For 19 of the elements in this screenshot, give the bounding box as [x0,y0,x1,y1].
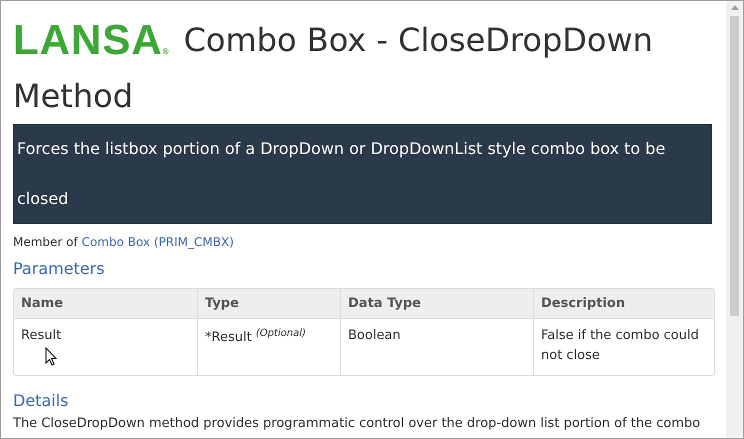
table-cell: Boolean [340,318,533,375]
parameters-heading: Parameters [13,258,106,280]
column-header: Type [197,289,340,318]
summary-banner: Forces the listbox portion of a DropDown or DropDownList style combo box to be closed [13,124,712,224]
table-cell: *Result $^{(Optional)}$ [197,318,340,375]
scrollbar[interactable] [726,1,743,438]
logo: LANSA® [13,23,170,65]
member-of-label: Member of [13,235,79,249]
scroll-up-icon[interactable] [730,5,738,10]
table-cell: False if the combo could not close [533,318,714,375]
column-header: Name [14,289,197,318]
scrollbar-thumb[interactable] [730,16,739,316]
page-title: LANSA® Combo Box - CloseDropDown Method [13,15,654,117]
column-header: Description [533,289,714,318]
cursor-icon [45,347,57,366]
column-header: Data Type [340,289,533,318]
details-paragraph: The CloseDropDown method provides programmatic control over the drop-down list portion of the combo [13,416,702,432]
class-link[interactable]: Combo Box (PRIM_CMBX) [82,235,234,249]
details-heading: Details [13,390,70,412]
